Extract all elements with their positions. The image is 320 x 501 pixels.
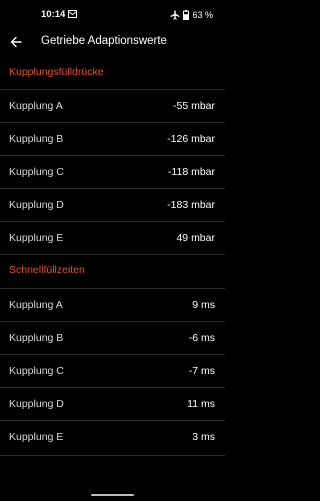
list-item-value: 49 mbar [176,232,215,244]
list-kupplungsfuelldruecke: Kupplung A -55 mbar Kupplung B -126 mbar… [0,89,225,255]
list-item-value: -126 mbar [167,133,215,145]
section-title-kupplungsfuelldruecke: Kupplungsfülldrücke [9,66,104,78]
list-item-label: Kupplung E [9,232,64,244]
list-item-value: -55 mbar [172,100,215,112]
list-item-value: -7 ms [188,365,215,377]
list-item-value: -183 mbar [167,199,215,211]
list-item-label: Kupplung D [9,398,64,410]
list-item[interactable]: Kupplung A -55 mbar [0,89,225,122]
mail-icon [68,10,77,18]
list-item[interactable]: Kupplung B -126 mbar [0,122,225,155]
list-item[interactable]: Kupplung A 9 ms [0,288,225,321]
list-item-label: Kupplung A [9,299,63,311]
list-item-label: Kupplung B [9,332,64,344]
list-item[interactable]: Kupplung C -7 ms [0,354,225,387]
section-title-schnellfuellzeiten: Schnellfüllzeiten [9,264,85,276]
list-schnellfuellzeiten: Kupplung A 9 ms Kupplung B -6 ms Kupplun… [0,288,225,453]
list-item-label: Kupplung C [9,166,64,178]
list-item-label: Kupplung C [9,365,64,377]
list-item-value: 11 ms [187,398,215,410]
battery-percent: 63 % [192,10,213,20]
list-item-value: -6 ms [188,332,215,344]
list-item[interactable]: Kupplung C -118 mbar [0,155,225,188]
back-button[interactable] [6,32,26,52]
list-item-value: -118 mbar [167,166,215,178]
arrow-back-icon [10,36,22,48]
list-item-value: 3 ms [192,431,215,443]
status-bar: 10:14 63 % [0,0,225,30]
list-item[interactable]: Kupplung E 49 mbar [0,221,225,254]
app-bar: Getriebe Adaptionswerte [0,30,225,56]
divider [0,254,225,255]
list-item-label: Kupplung B [9,133,64,145]
status-indicators: 63 % [170,9,213,21]
list-item-label: Kupplung A [9,100,63,112]
list-item[interactable]: Kupplung D 11 ms [0,387,225,420]
list-item-label: Kupplung E [9,431,64,443]
airplane-icon [170,10,180,20]
gesture-nav-handle[interactable] [91,494,134,496]
list-item-label: Kupplung D [9,199,64,211]
list-item[interactable]: Kupplung E 3 ms [0,420,225,453]
list-item-value: 9 ms [192,299,215,311]
status-time: 10:14 [41,9,66,20]
list-item[interactable]: Kupplung D -183 mbar [0,188,225,221]
page-title: Getriebe Adaptionswerte [41,35,167,47]
list-item[interactable]: Kupplung B -6 ms [0,321,225,354]
battery-icon [183,10,190,20]
